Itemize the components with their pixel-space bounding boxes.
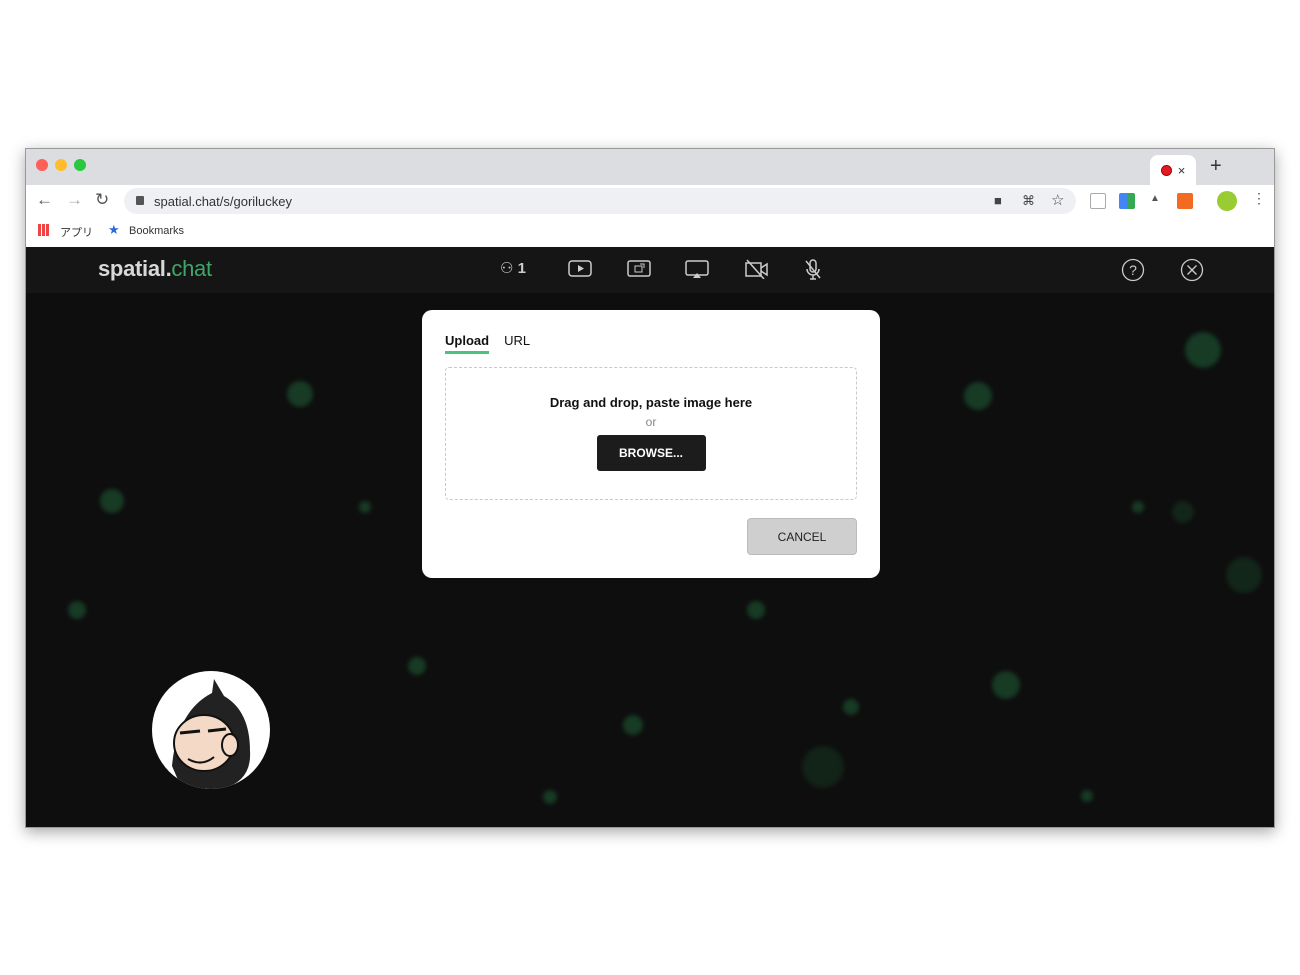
gorilla-avatar-icon <box>172 679 251 789</box>
recording-icon <box>1160 164 1172 176</box>
bubble <box>359 501 371 513</box>
leave-icon[interactable] <box>1180 258 1204 282</box>
bubble <box>964 382 992 410</box>
extension-g-icon[interactable] <box>1090 193 1106 209</box>
bubble <box>802 746 844 788</box>
bubble <box>1081 790 1093 802</box>
people-icon: ⚇ <box>500 260 514 277</box>
bookmarks-bar: アプリ ★ Bookmarks <box>26 217 1274 247</box>
browser-tab[interactable]: × <box>1150 155 1196 185</box>
tab-close-button[interactable]: × <box>1178 163 1186 178</box>
bookmarks-folder[interactable]: Bookmarks <box>129 225 184 237</box>
address-bar[interactable]: spatial.chat/s/goriluckey ■ ⌘ ☆ <box>124 188 1076 214</box>
mic-off-icon[interactable] <box>804 259 822 281</box>
cast-icon[interactable] <box>685 259 709 279</box>
extension-triangle-icon[interactable]: ▲ <box>1150 193 1166 209</box>
bubble <box>1185 332 1221 368</box>
app-header: spatial.chat ⚇ 1 ? <box>26 247 1274 293</box>
browse-button[interactable]: BROWSE... <box>596 435 706 471</box>
svg-text:?: ? <box>1129 262 1137 278</box>
bubble <box>1172 501 1194 523</box>
browser-window: × + ← → ↻ spatial.chat/s/goriluckey ■ ⌘ … <box>25 148 1275 828</box>
bubble <box>68 601 86 619</box>
star-icon: ★ <box>108 222 120 237</box>
tab-upload[interactable]: Upload <box>445 333 490 354</box>
bubble <box>1226 557 1262 593</box>
bubble <box>100 489 124 513</box>
share-screen-icon[interactable] <box>627 259 651 279</box>
cancel-button[interactable]: CANCEL <box>747 518 857 555</box>
drop-zone[interactable]: Drag and drop, paste image here or BROWS… <box>445 367 857 500</box>
bubble <box>992 671 1020 699</box>
apps-bookmark[interactable]: アプリ <box>60 224 93 240</box>
bubble <box>408 657 426 675</box>
image-upload-dialog: Upload URL Drag and drop, paste image he… <box>422 310 880 578</box>
forward-icon[interactable]: → <box>66 190 83 210</box>
apps-icon <box>38 224 50 236</box>
url-text: spatial.chat/s/goriluckey <box>154 193 293 209</box>
participants-button[interactable]: ⚇ 1 <box>500 259 526 277</box>
browser-toolbar: ← → ↻ spatial.chat/s/goriluckey ■ ⌘ ☆ ▲ … <box>26 185 1274 217</box>
help-icon[interactable]: ? <box>1121 258 1145 282</box>
dialog-tabs: Upload URL <box>445 333 530 354</box>
translate-icon[interactable]: ⌘ <box>1022 193 1035 209</box>
tab-url[interactable]: URL <box>504 333 530 354</box>
menu-icon[interactable]: ⋮ <box>1252 190 1266 207</box>
camera-off-icon[interactable] <box>744 259 770 279</box>
minimize-window-button[interactable] <box>55 159 67 171</box>
close-window-button[interactable] <box>36 159 48 171</box>
bubble <box>287 381 313 407</box>
drop-instructions: Drag and drop, paste image here <box>549 395 753 410</box>
bubble <box>543 790 557 804</box>
star-icon[interactable]: ☆ <box>1051 191 1064 209</box>
spatial-chat-logo: spatial.chat <box>98 256 212 281</box>
bubble <box>747 601 765 619</box>
extension-google-icon[interactable] <box>1119 193 1135 209</box>
tab-strip: × + <box>26 149 1274 185</box>
reload-icon[interactable]: ↻ <box>95 190 109 210</box>
or-text: or <box>645 415 657 429</box>
user-avatar[interactable] <box>152 671 270 789</box>
lock-icon <box>136 196 144 205</box>
play-media-icon[interactable] <box>568 259 592 279</box>
new-tab-button[interactable]: + <box>1210 155 1222 178</box>
bubble <box>843 699 859 715</box>
back-icon[interactable]: ← <box>36 190 53 210</box>
maximize-window-button[interactable] <box>74 159 86 171</box>
bubble <box>623 715 643 735</box>
extension-analytics-icon[interactable] <box>1177 193 1193 209</box>
bubble <box>1132 501 1144 513</box>
camera-icon[interactable]: ■ <box>994 193 1002 208</box>
profile-avatar[interactable] <box>1217 191 1237 211</box>
